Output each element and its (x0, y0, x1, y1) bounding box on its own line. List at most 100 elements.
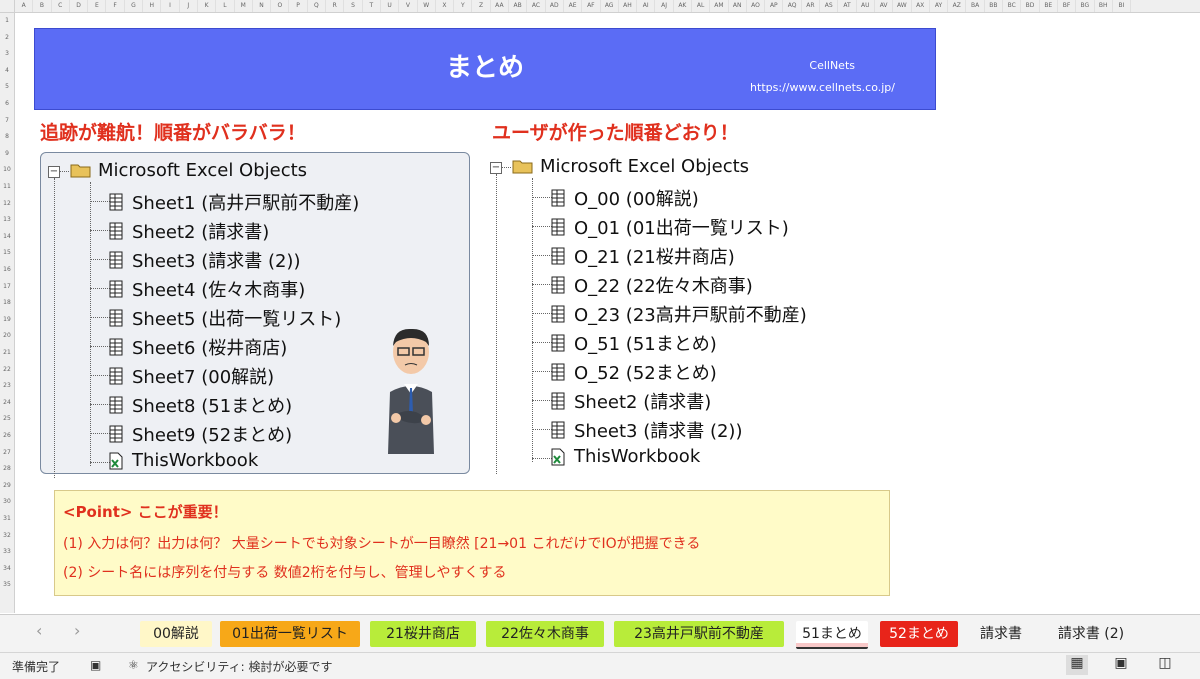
left-tree-item[interactable]: Sheet9 (52まとめ) (108, 421, 292, 447)
row-header[interactable]: 31 (0, 515, 14, 522)
accessibility-icon[interactable]: ⚛ (128, 658, 139, 672)
column-header[interactable]: AA (491, 0, 510, 12)
row-header[interactable]: 24 (0, 399, 14, 406)
collapse-toggle-icon[interactable]: − (490, 162, 502, 174)
sheet-tab[interactable]: 請求書 (966, 621, 1036, 647)
column-header[interactable]: BG (1076, 0, 1095, 12)
right-tree-item[interactable]: O_51 (51まとめ) (550, 330, 717, 356)
column-header[interactable]: P (289, 0, 308, 12)
column-header[interactable]: AG (601, 0, 619, 12)
column-header[interactable]: M (235, 0, 253, 12)
column-header[interactable]: AC (527, 0, 546, 12)
row-header[interactable]: 32 (0, 532, 14, 539)
right-tree-item[interactable]: O_21 (21桜井商店) (550, 243, 735, 269)
row-header[interactable]: 1 (0, 17, 14, 24)
row-header[interactable]: 30 (0, 498, 14, 505)
row-header[interactable]: 15 (0, 249, 14, 256)
column-header[interactable]: Z (472, 0, 491, 12)
column-header[interactable]: AJ (655, 0, 674, 12)
column-header[interactable]: V (399, 0, 418, 12)
column-header[interactable]: BB (985, 0, 1004, 12)
column-header[interactable]: BC (1003, 0, 1022, 12)
row-header[interactable]: 35 (0, 581, 14, 588)
row-header[interactable]: 19 (0, 316, 14, 323)
column-header[interactable]: N (253, 0, 272, 12)
column-header[interactable]: AO (747, 0, 766, 12)
right-tree-item[interactable]: O_23 (23高井戸駅前不動産) (550, 301, 807, 327)
column-header[interactable]: AI (637, 0, 656, 12)
sheet-tab[interactable]: 51まとめ (796, 621, 868, 649)
column-header[interactable]: AF (582, 0, 601, 12)
page-layout-view-icon[interactable]: ▣ (1110, 655, 1132, 675)
column-header[interactable]: AS (820, 0, 839, 12)
column-header[interactable]: AW (893, 0, 912, 12)
row-header[interactable]: 7 (0, 117, 14, 124)
column-header[interactable]: C (52, 0, 70, 12)
row-header[interactable]: 3 (0, 50, 14, 57)
select-all-corner[interactable] (0, 0, 15, 12)
column-header[interactable]: A (15, 0, 34, 12)
row-header[interactable]: 33 (0, 548, 14, 555)
column-header[interactable]: AH (619, 0, 638, 12)
row-header[interactable]: 28 (0, 465, 14, 472)
column-header[interactable]: T (363, 0, 381, 12)
right-tree-item[interactable]: Sheet3 (請求書 (2)) (550, 417, 742, 443)
left-tree-item[interactable]: Sheet6 (桜井商店) (108, 334, 287, 360)
row-header[interactable]: 16 (0, 266, 14, 273)
left-tree-root[interactable]: Microsoft Excel Objects (70, 160, 307, 181)
scroll-tabs-right-icon[interactable]: › (74, 621, 80, 640)
row-header[interactable]: 2 (0, 34, 14, 41)
column-header[interactable]: AV (875, 0, 894, 12)
column-header[interactable]: AD (546, 0, 564, 12)
row-header[interactable]: 5 (0, 83, 14, 90)
row-header[interactable]: 13 (0, 216, 14, 223)
left-tree-item[interactable]: Sheet8 (51まとめ) (108, 392, 292, 418)
row-header[interactable]: 4 (0, 67, 14, 74)
column-header[interactable]: AM (710, 0, 729, 12)
column-header[interactable]: BE (1040, 0, 1058, 12)
column-header[interactable]: Y (454, 0, 473, 12)
column-header[interactable]: W (418, 0, 436, 12)
sheet-tab[interactable]: 52まとめ (880, 621, 958, 647)
left-tree-item[interactable]: Sheet7 (00解説) (108, 363, 274, 389)
column-header[interactable]: BH (1095, 0, 1113, 12)
row-header[interactable]: 10 (0, 166, 14, 173)
row-header[interactable]: 23 (0, 382, 14, 389)
row-header[interactable]: 18 (0, 299, 14, 306)
column-header[interactable]: AZ (948, 0, 967, 12)
column-header[interactable]: AU (857, 0, 875, 12)
collapse-toggle-icon[interactable]: − (48, 166, 60, 178)
row-header[interactable]: 20 (0, 332, 14, 339)
column-header[interactable]: Q (308, 0, 327, 12)
normal-view-icon[interactable]: ▦ (1066, 655, 1088, 675)
column-header[interactable]: L (216, 0, 235, 12)
column-header[interactable]: U (381, 0, 400, 12)
left-tree-item[interactable]: Sheet4 (佐々木商事) (108, 276, 305, 302)
left-tree-workbook[interactable]: ThisWorkbook (108, 450, 258, 471)
sheet-tab[interactable]: 01出荷一覧リスト (220, 621, 360, 647)
column-header[interactable]: AQ (783, 0, 802, 12)
column-header[interactable]: BD (1021, 0, 1040, 12)
row-header[interactable]: 22 (0, 366, 14, 373)
row-header[interactable]: 17 (0, 283, 14, 290)
left-tree-item[interactable]: Sheet5 (出荷一覧リスト) (108, 305, 341, 331)
row-header[interactable]: 26 (0, 432, 14, 439)
column-header[interactable]: AK (674, 0, 692, 12)
row-header[interactable]: 21 (0, 349, 14, 356)
column-header[interactable]: J (180, 0, 198, 12)
left-tree-item[interactable]: Sheet1 (高井戸駅前不動産) (108, 189, 359, 215)
row-header[interactable]: 9 (0, 150, 14, 157)
row-header[interactable]: 12 (0, 200, 14, 207)
column-header[interactable]: D (70, 0, 89, 12)
column-header[interactable]: AL (692, 0, 711, 12)
accessibility-status[interactable]: アクセシビリティ: 検討が必要です (146, 658, 333, 675)
column-header[interactable]: AR (802, 0, 821, 12)
row-header[interactable]: 11 (0, 183, 14, 190)
right-tree-root[interactable]: Microsoft Excel Objects (512, 156, 749, 177)
row-header[interactable]: 25 (0, 415, 14, 422)
column-header[interactable]: BI (1113, 0, 1132, 12)
column-header[interactable]: AX (912, 0, 930, 12)
macro-record-icon[interactable]: ▣ (90, 658, 101, 672)
column-header[interactable]: I (161, 0, 180, 12)
column-header[interactable]: AE (564, 0, 583, 12)
